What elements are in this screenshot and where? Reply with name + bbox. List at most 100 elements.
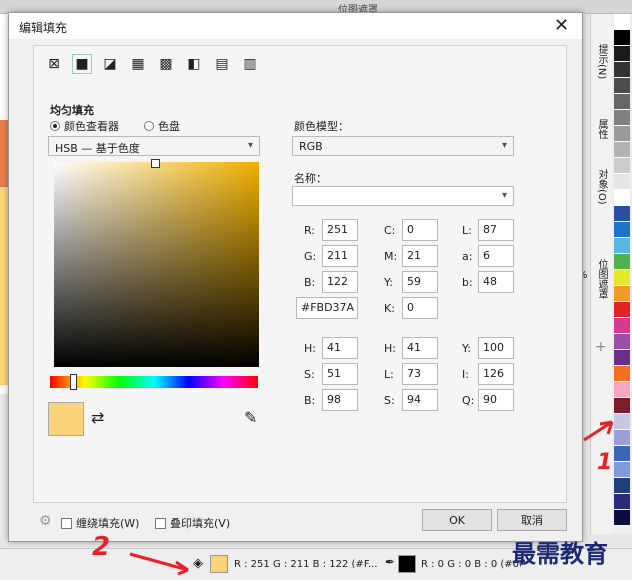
checkbox-box	[155, 517, 166, 529]
color-picker-handle[interactable]	[151, 159, 160, 168]
texture-fill-icon[interactable]: ▤	[212, 54, 232, 74]
palette-swatch[interactable]	[614, 302, 630, 318]
label-r: R:	[304, 224, 316, 237]
docker-tab-hints[interactable]: 提示(N)	[594, 44, 609, 79]
yiq-q-field[interactable]: 90	[478, 389, 514, 411]
gear-icon[interactable]: ⚙	[39, 513, 52, 529]
radio-color-viewer[interactable]: 颜色查看器	[50, 118, 119, 134]
fill-type-toolbar: ⊠ ■ ◪ ▦ ▩ ◧ ▤ ▥	[44, 54, 260, 74]
name-label: 名称：	[294, 172, 327, 185]
palette-swatch[interactable]	[614, 318, 630, 334]
swap-icon[interactable]: ⇄	[91, 408, 104, 427]
docker-tab-bitmap-mask[interactable]: 位图遮罩	[594, 259, 609, 299]
palette-swatch[interactable]	[614, 142, 630, 158]
label-yiq-i: I:	[462, 368, 469, 381]
palette-swatch[interactable]	[614, 350, 630, 366]
cancel-button[interactable]: 取消	[497, 509, 567, 531]
no-fill-icon[interactable]: ⊠	[44, 54, 64, 74]
palette-swatch[interactable]	[614, 286, 630, 302]
palette-swatch[interactable]	[614, 190, 630, 206]
hsb-b-field[interactable]: 98	[322, 389, 358, 411]
palette-swatch[interactable]	[614, 94, 630, 110]
lab-b-field[interactable]: 48	[478, 271, 514, 293]
palette-swatch[interactable]	[614, 462, 630, 478]
edit-fill-dialog: 编辑填充 ✕ ⊠ ■ ◪ ▦ ▩ ◧ ▤ ▥ 均匀填充 颜色查看器 色盘 HSB…	[8, 12, 583, 542]
palette-swatch[interactable]	[614, 238, 630, 254]
overprint-fill-checkbox[interactable]: 叠印填充(V)	[155, 515, 230, 531]
docker-tab-objects[interactable]: 对象(O)	[594, 169, 609, 205]
label-y: Y:	[384, 276, 393, 289]
palette-swatch[interactable]	[614, 494, 630, 510]
uniform-fill-icon[interactable]: ■	[72, 54, 92, 74]
yiq-i-field[interactable]: 126	[478, 363, 514, 385]
lab-a-field[interactable]: 6	[478, 245, 514, 267]
rgb-b-field[interactable]: 122	[322, 271, 358, 293]
hue-slider[interactable]	[50, 376, 258, 388]
palette-swatch[interactable]	[614, 126, 630, 142]
hsb-h-field[interactable]: 41	[322, 337, 358, 359]
cmyk-y-field[interactable]: 59	[402, 271, 438, 293]
lab-l-field[interactable]: 87	[478, 219, 514, 241]
add-icon[interactable]: +	[595, 339, 607, 355]
palette-swatch[interactable]	[614, 334, 630, 350]
label-hsb-s: S:	[304, 368, 315, 381]
fountain-fill-icon[interactable]: ◪	[100, 54, 120, 74]
yiq-y-field[interactable]: 100	[478, 337, 514, 359]
color-palette[interactable]	[612, 14, 632, 534]
hsb-s-field[interactable]: 51	[322, 363, 358, 385]
hls-s-field[interactable]: 94	[402, 389, 438, 411]
palette-swatch[interactable]	[614, 254, 630, 270]
continuous-fill-checkbox[interactable]: 缠绕填充(W)	[61, 515, 139, 531]
postscript-fill-icon[interactable]: ▥	[240, 54, 260, 74]
two-color-pattern-icon[interactable]: ◧	[184, 54, 204, 74]
palette-swatch[interactable]	[614, 78, 630, 94]
cmyk-k-field[interactable]: 0	[402, 297, 438, 319]
fill-color-text: R : 251 G : 211 B : 122 (#F...	[234, 559, 378, 570]
color-model-select[interactable]: RGB ▾	[292, 136, 514, 156]
label-hls-s: S:	[384, 394, 395, 407]
label-k: K:	[384, 302, 395, 315]
palette-swatch[interactable]	[614, 30, 630, 46]
outline-color-swatch[interactable]	[398, 555, 416, 573]
palette-swatch[interactable]	[614, 206, 630, 222]
color-mode-value: HSB — 基于色度	[55, 142, 140, 155]
current-color-swatch	[48, 402, 84, 436]
palette-swatch[interactable]	[614, 174, 630, 190]
label-c: C:	[384, 224, 396, 237]
hls-h-field[interactable]: 41	[402, 337, 438, 359]
palette-swatch[interactable]	[614, 62, 630, 78]
label-g: G:	[304, 250, 317, 263]
bitmap-pattern-icon[interactable]: ▩	[156, 54, 176, 74]
close-icon[interactable]: ✕	[554, 15, 569, 36]
color-picker-square[interactable]	[54, 162, 259, 367]
hex-field[interactable]: #FBD37A	[296, 297, 358, 319]
hue-slider-handle[interactable]	[70, 374, 77, 390]
radio-color-wheel[interactable]: 色盘	[144, 118, 180, 134]
palette-swatch[interactable]	[614, 510, 630, 526]
continuous-fill-label: 缠绕填充(W)	[76, 517, 140, 530]
ok-button[interactable]: OK	[422, 509, 492, 531]
hls-l-field[interactable]: 73	[402, 363, 438, 385]
rgb-r-field[interactable]: 251	[322, 219, 358, 241]
rgb-g-field[interactable]: 211	[322, 245, 358, 267]
cmyk-m-field[interactable]: 21	[402, 245, 438, 267]
fill-color-swatch[interactable]	[210, 555, 228, 573]
palette-swatch[interactable]	[614, 110, 630, 126]
docker-tab-properties[interactable]: 属性	[594, 119, 609, 139]
checkbox-box	[61, 517, 72, 529]
cmyk-c-field[interactable]: 0	[402, 219, 438, 241]
color-model-label: 颜色模型：	[294, 120, 349, 133]
pen-nib-icon: ✒	[385, 555, 396, 569]
vector-pattern-icon[interactable]: ▦	[128, 54, 148, 74]
color-mode-select[interactable]: HSB — 基于色度 ▾	[48, 136, 260, 156]
name-combo[interactable]: ▾	[292, 186, 514, 206]
eyedropper-icon[interactable]: ✎	[244, 408, 257, 427]
palette-swatch[interactable]	[614, 366, 630, 382]
palette-swatch[interactable]	[614, 382, 630, 398]
palette-swatch[interactable]	[614, 222, 630, 238]
palette-swatch[interactable]	[614, 14, 630, 30]
palette-swatch[interactable]	[614, 270, 630, 286]
palette-swatch[interactable]	[614, 158, 630, 174]
palette-swatch[interactable]	[614, 46, 630, 62]
palette-swatch[interactable]	[614, 478, 630, 494]
